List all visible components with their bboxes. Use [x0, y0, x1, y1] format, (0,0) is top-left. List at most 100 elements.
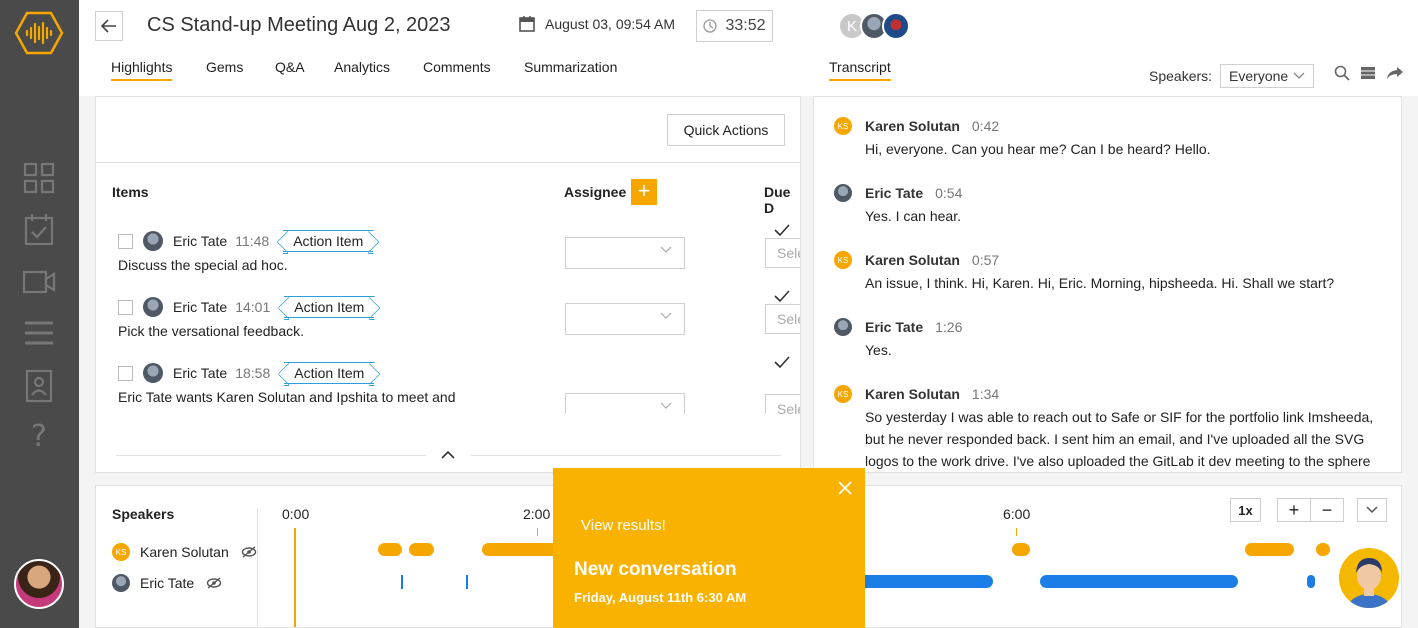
divider [471, 455, 781, 456]
arrow-left-icon [101, 19, 116, 33]
speaker-badge: KS [112, 543, 130, 561]
meeting-date: August 03, 09:54 AM [519, 15, 675, 32]
assignee-select[interactable] [565, 237, 685, 269]
speaker-name: Karen Solutan [865, 252, 960, 268]
meeting-header: CS Stand-up Meeting Aug 2, 2023 August 0… [79, 0, 1418, 56]
avatar [143, 297, 163, 317]
speech-segment[interactable] [856, 575, 993, 588]
time-label: 2:00 [523, 506, 551, 522]
participant-avatar[interactable] [882, 12, 910, 40]
speech-segment[interactable] [466, 575, 468, 589]
entry-time[interactable]: 0:57 [972, 252, 999, 268]
entry-time[interactable]: 1:34 [972, 386, 999, 402]
speech-segment[interactable] [1012, 543, 1030, 556]
list-fade [96, 414, 800, 472]
speech-segment[interactable] [409, 543, 434, 556]
check-icon[interactable] [774, 290, 790, 303]
entry-time[interactable]: 0:42 [972, 118, 999, 134]
dashboard-grid-icon[interactable] [22, 161, 56, 195]
share-icon[interactable] [1386, 66, 1404, 80]
action-item-tag: Action Item [283, 230, 374, 252]
back-button[interactable] [95, 11, 123, 41]
speech-segment[interactable] [378, 543, 402, 556]
quick-actions-button[interactable]: Quick Actions [667, 114, 785, 146]
item-checkbox[interactable] [118, 365, 133, 381]
speech-segment[interactable] [482, 543, 562, 556]
entry-time[interactable]: 0:54 [935, 185, 962, 201]
duration-text: 33:52 [725, 17, 766, 34]
assignee-column-header: Assignee [564, 184, 627, 200]
playback-speed-button[interactable]: 1x [1230, 498, 1261, 522]
playhead[interactable] [294, 528, 296, 627]
tab-analytics[interactable]: Analytics [334, 59, 390, 79]
zoom-in-button[interactable]: + [1277, 498, 1311, 522]
timeline-speaker: Eric Tate [112, 574, 222, 592]
close-icon[interactable] [837, 480, 853, 496]
entry-text: An issue, I think. Hi, Karen. Hi, Eric. … [865, 275, 1335, 291]
collapse-timeline-button[interactable] [1357, 498, 1387, 522]
speech-segment[interactable] [1316, 543, 1330, 556]
contacts-icon[interactable] [22, 369, 56, 403]
speakers-filter: Speakers: Everyone [1149, 64, 1315, 88]
check-icon[interactable] [774, 224, 790, 237]
eye-off-icon[interactable] [241, 546, 257, 558]
due-date-select[interactable]: Sele [765, 238, 800, 268]
item-time[interactable]: 18:58 [235, 365, 270, 381]
notification-popup[interactable]: View results! New conversation Friday, A… [553, 468, 865, 628]
speaker-name: Karen Solutan [865, 118, 960, 134]
entry-text: So yesterday I was able to reach out to … [865, 409, 1374, 469]
participants[interactable]: K [838, 12, 910, 40]
speaker-name: Eric Tate [865, 185, 924, 201]
speaker-badge: KS [834, 251, 852, 269]
avatar [834, 184, 852, 202]
calendar-check-icon[interactable] [22, 213, 56, 247]
assistant-avatar[interactable] [1339, 548, 1399, 608]
tab-gems[interactable]: Gems [206, 59, 243, 79]
eye-off-icon[interactable] [206, 577, 222, 589]
speakers-heading: Speakers [112, 506, 175, 522]
assignee-select[interactable] [565, 303, 685, 335]
item-time[interactable]: 11:48 [235, 233, 269, 249]
transcript-entry: KS Karen Solutan 0:57 An issue, I think.… [834, 250, 1374, 294]
tab-highlights[interactable]: Highlights [111, 59, 173, 81]
meeting-date-text: August 03, 09:54 AM [545, 15, 675, 32]
zoom-out-button[interactable]: − [1310, 498, 1344, 522]
left-sidebar: ? [0, 0, 79, 628]
add-item-button[interactable]: + [631, 179, 657, 205]
highlights-panel: Quick Actions Items Assignee + Due D Eri… [95, 96, 801, 473]
transcript-entry: Eric Tate 0:54 Yes. I can hear. [834, 183, 1374, 227]
tabs-bar: Highlights Gems Q&A Analytics Comments S… [79, 56, 1418, 96]
app-logo-icon[interactable] [14, 10, 64, 56]
speaker-name: Eric Tate [865, 319, 924, 335]
speech-segment[interactable] [401, 575, 403, 589]
list-icon[interactable] [22, 316, 56, 350]
divider [257, 508, 258, 627]
tab-qa[interactable]: Q&A [275, 59, 305, 79]
chevron-up-icon[interactable] [439, 446, 457, 464]
help-icon[interactable]: ? [22, 419, 56, 454]
timeline-speaker-name: Karen Solutan [140, 544, 229, 560]
search-icon[interactable] [1334, 65, 1350, 81]
check-icon[interactable] [774, 356, 790, 369]
tab-summarization[interactable]: Summarization [524, 59, 617, 79]
speech-segment[interactable] [1245, 543, 1294, 556]
popup-date: Friday, August 11th 6:30 AM [574, 590, 747, 605]
items-column-header: Items [112, 184, 149, 200]
document-icon[interactable] [1360, 66, 1376, 80]
entry-time[interactable]: 1:26 [935, 319, 962, 335]
item-checkbox[interactable] [118, 299, 133, 315]
tab-transcript[interactable]: Transcript [829, 59, 891, 81]
entry-text: Hi, everyone. Can you hear me? Can I be … [865, 141, 1211, 157]
video-icon[interactable] [22, 265, 56, 299]
speech-segment[interactable] [1040, 575, 1238, 588]
speaker-badge: KS [834, 117, 852, 135]
speakers-select[interactable]: Everyone [1220, 64, 1315, 88]
item-checkbox[interactable] [118, 233, 133, 249]
popup-subtitle[interactable]: View results! [581, 517, 666, 534]
tab-comments[interactable]: Comments [423, 59, 491, 79]
due-date-select[interactable]: Sele [765, 304, 800, 334]
item-time[interactable]: 14:01 [235, 299, 270, 315]
user-avatar[interactable] [14, 559, 64, 609]
divider [116, 455, 426, 456]
speech-segment[interactable] [1307, 575, 1315, 588]
